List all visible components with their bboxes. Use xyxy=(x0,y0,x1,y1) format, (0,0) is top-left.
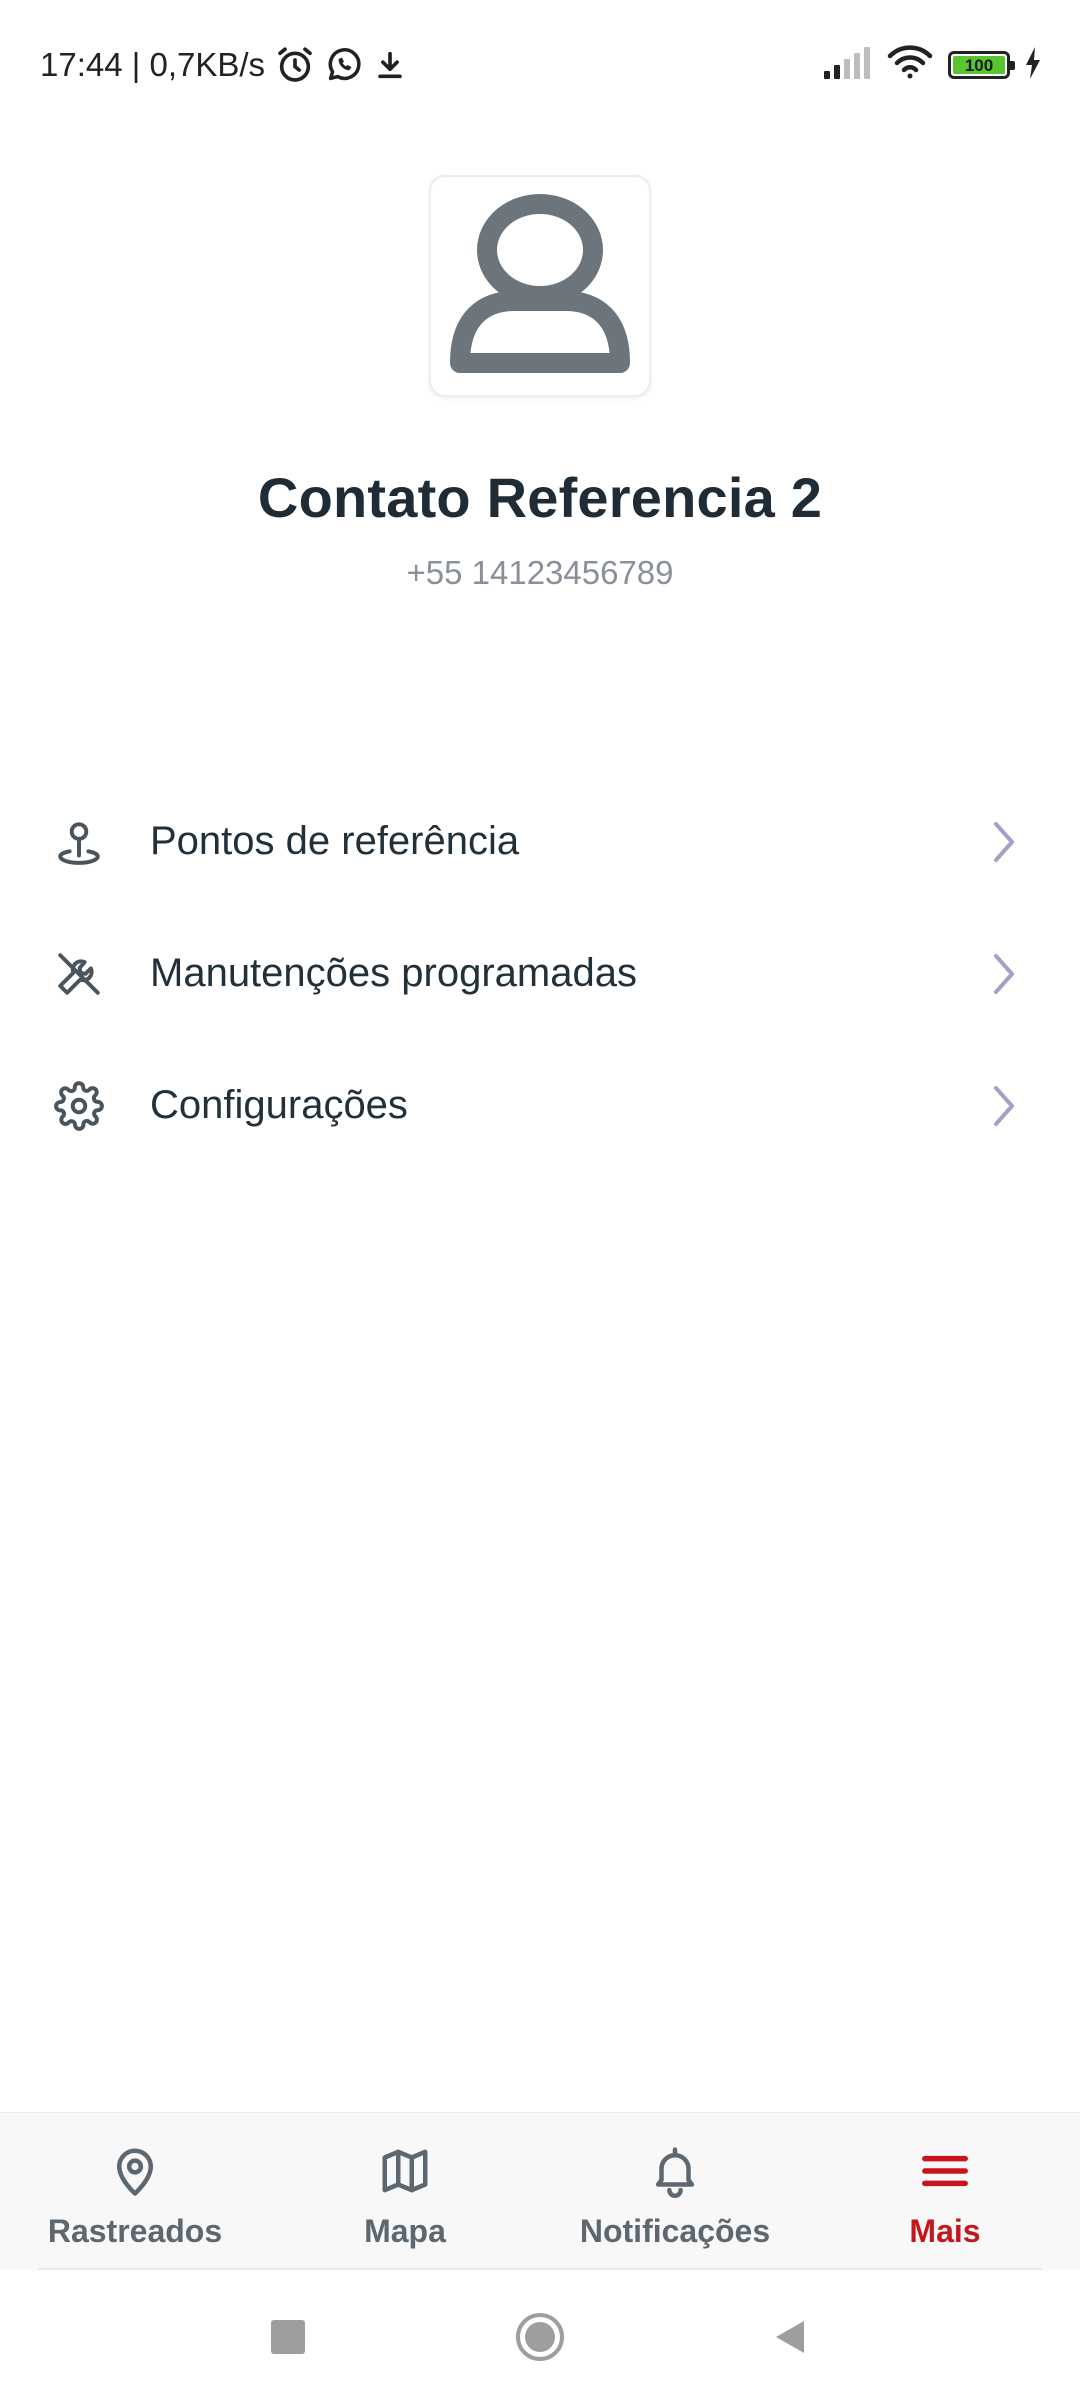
status-left: 17:44 | 0,7KB/s xyxy=(40,42,407,88)
menu-list: Pontos de referência Manutenções program… xyxy=(0,775,1080,1171)
signal-icon xyxy=(822,45,872,86)
avatar[interactable] xyxy=(429,175,651,397)
menu-item-label: Configurações xyxy=(150,1083,408,1127)
tab-mais[interactable]: Mais xyxy=(810,2113,1080,2271)
tab-label: Mais xyxy=(909,2213,981,2249)
gear-icon xyxy=(54,1081,104,1131)
user-icon xyxy=(440,187,640,386)
whatsapp-icon xyxy=(325,46,363,84)
battery-level: 100 xyxy=(953,56,1005,74)
chevron-right-icon xyxy=(985,1084,1021,1128)
tab-label: Mapa xyxy=(364,2213,446,2249)
bottom-navigation: Rastreados Mapa Notificações Mais xyxy=(0,2112,1080,2271)
menu-item-settings[interactable]: Configurações xyxy=(0,1039,1080,1171)
wrench-icon xyxy=(54,949,104,999)
recents-button[interactable] xyxy=(263,2312,313,2362)
charging-icon xyxy=(1024,46,1042,85)
system-navigation xyxy=(0,2270,1080,2400)
menu-item-label: Manutenções programadas xyxy=(150,951,637,995)
wifi-icon xyxy=(886,44,934,87)
chevron-right-icon xyxy=(985,820,1021,864)
tab-notificacoes[interactable]: Notificações xyxy=(540,2113,810,2271)
chevron-right-icon xyxy=(985,952,1021,996)
menu-icon xyxy=(918,2143,972,2199)
status-right: 100 xyxy=(822,42,1042,88)
tab-label: Notificações xyxy=(579,2213,771,2249)
download-icon xyxy=(373,48,407,82)
status-time-speed: 17:44 | 0,7KB/s xyxy=(40,46,266,83)
profile-phone: +55 14123456789 xyxy=(406,554,674,591)
tab-mapa[interactable]: Mapa xyxy=(270,2113,540,2271)
status-bar: 17:44 | 0,7KB/s 100 xyxy=(0,0,1080,130)
battery-icon: 100 xyxy=(948,51,1015,79)
home-button[interactable] xyxy=(515,2312,565,2362)
back-button[interactable] xyxy=(765,2312,815,2362)
map-pin-icon xyxy=(54,817,104,867)
tab-rastreados[interactable]: Rastreados xyxy=(0,2113,270,2271)
location-pin-icon xyxy=(108,2143,162,2199)
bell-icon xyxy=(648,2143,702,2199)
map-icon xyxy=(378,2143,432,2199)
alarm-icon xyxy=(275,45,315,85)
profile-name: Contato Referencia 2 xyxy=(257,466,823,529)
menu-item-scheduled-maintenance[interactable]: Manutenções programadas xyxy=(0,907,1080,1039)
menu-item-label: Pontos de referência xyxy=(150,819,520,863)
tab-label: Rastreados xyxy=(47,2213,223,2249)
menu-item-reference-points[interactable]: Pontos de referência xyxy=(0,775,1080,907)
